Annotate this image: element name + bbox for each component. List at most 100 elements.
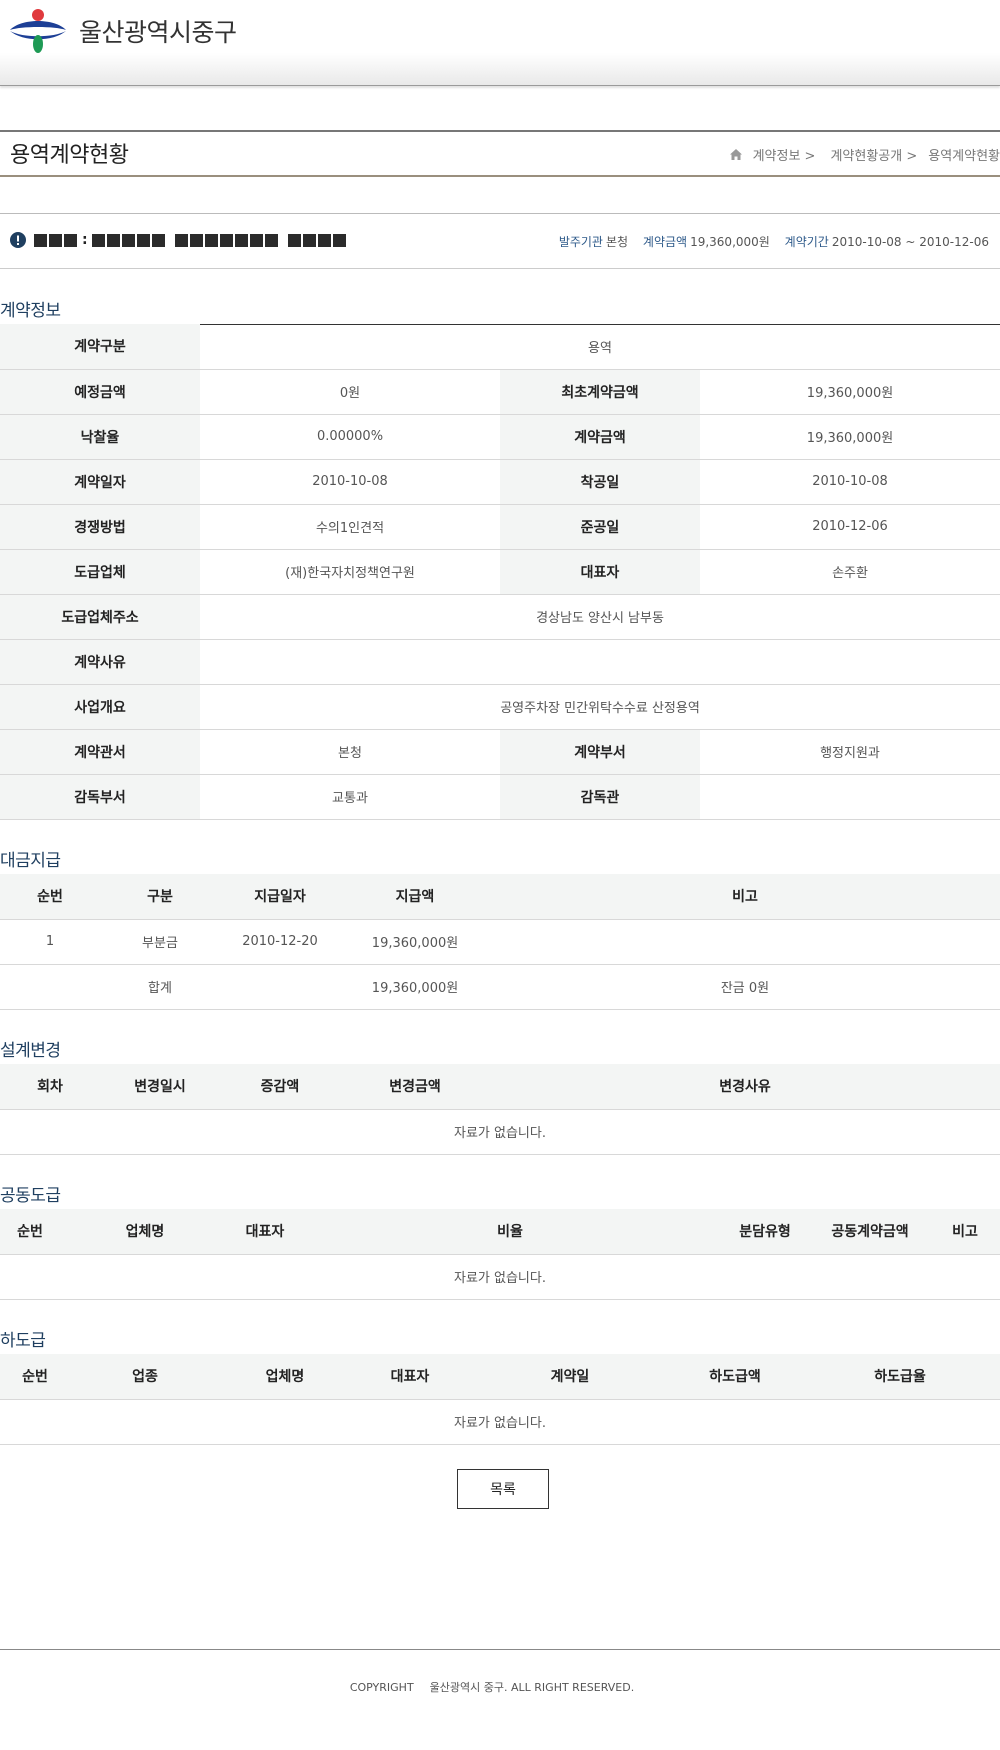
table-row: 자료가 없습니다. — [0, 1254, 1000, 1300]
table-row: 도급업체 (재)한국자치정책연구원 대표자 손주환 — [0, 549, 1000, 595]
col-ratio: 비율 — [300, 1209, 720, 1255]
empty-message: 자료가 없습니다. — [0, 1254, 1000, 1300]
col-company: 업체명 — [60, 1209, 230, 1255]
label-project-overview: 사업개요 — [0, 684, 200, 730]
col-representative: 대표자 — [230, 1209, 300, 1255]
copyright-label: COPYRIGHT — [349, 1681, 414, 1694]
value-supervising-dept: 교통과 — [200, 774, 500, 820]
summary-period-value: 2010-10-08 ~ 2010-12-06 — [831, 235, 989, 249]
value-vendor: (재)한국자치정책연구원 — [200, 549, 500, 595]
label-estimated-amount: 예정금액 — [0, 369, 200, 415]
subcontract-title: 하도급 — [0, 1326, 1000, 1355]
label-contract-type: 계약구분 — [0, 324, 200, 370]
value-project-overview: 공영주차장 민간위탁수수료 산정용역 — [200, 684, 1000, 730]
copyright-text: 울산광역시 중구. ALL RIGHT RESERVED. — [429, 1681, 635, 1694]
label-contract-office: 계약관서 — [0, 729, 200, 775]
cell-seq: 1 — [0, 919, 100, 965]
balance: 잔금 0원 — [490, 964, 1000, 1010]
col-note: 비고 — [930, 1209, 1000, 1255]
col-delta: 증감액 — [220, 1064, 340, 1110]
contract-info-table: 계약구분 용역 예정금액 0원 최초계약금액 19,360,000원 낙찰율 0… — [0, 324, 1000, 820]
col-round: 회차 — [0, 1064, 100, 1110]
col-share-type: 분담유형 — [720, 1209, 810, 1255]
site-logo[interactable]: 울산광역시중구 — [9, 8, 237, 54]
label-contract-reason: 계약사유 — [0, 639, 200, 685]
col-company: 업체명 — [220, 1354, 350, 1400]
value-contract-reason — [200, 639, 1000, 685]
col-sub-rate: 하도급율 — [800, 1354, 1000, 1400]
table-header-row: 순번 업종 업체명 대표자 계약일 하도급액 하도급율 — [0, 1354, 1000, 1400]
cell-pay-amount: 19,360,000원 — [340, 919, 490, 965]
value-contract-date: 2010-10-08 — [200, 459, 500, 505]
col-changed-amount: 변경금액 — [340, 1064, 490, 1110]
summary-org-label: 발주기관 — [558, 235, 603, 249]
value-supervisor — [700, 774, 1000, 820]
empty-message: 자료가 없습니다. — [0, 1109, 1000, 1155]
breadcrumb-service-contract[interactable]: 용역계약현황 — [928, 145, 1000, 164]
value-representative: 손주환 — [700, 549, 1000, 595]
joint-contract-title: 공동도급 — [0, 1181, 1000, 1210]
payment-table: 순번 구분 지급일자 지급액 비고 1 부분금 2010-12-20 19,36… — [0, 874, 1000, 1010]
col-industry: 업종 — [70, 1354, 220, 1400]
summary-meta: 발주기관 본청 계약금액 19,360,000원 계약기간 2010-10-08 ~ … — [559, 233, 989, 250]
label-bid-rate: 낙찰율 — [0, 414, 200, 460]
joint-contract-table: 순번 업체명 대표자 비율 분담유형 공동계약금액 비고 자료가 없습니다. — [0, 1209, 1000, 1300]
total-label: 합계 — [100, 964, 220, 1010]
col-change-reason: 변경사유 — [490, 1064, 1000, 1110]
contract-info-title: 계약정보 — [0, 296, 1000, 325]
value-start-date: 2010-10-08 — [700, 459, 1000, 505]
col-pay-date: 지급일자 — [220, 874, 340, 920]
col-representative: 대표자 — [350, 1354, 470, 1400]
value-estimated-amount: 0원 — [200, 369, 500, 415]
label-contract-date: 계약일자 — [0, 459, 200, 505]
table-header-row: 회차 변경일시 증감액 변경금액 변경사유 — [0, 1064, 1000, 1110]
col-note: 비고 — [490, 874, 1000, 920]
table-row: 자료가 없습니다. — [0, 1109, 1000, 1155]
table-row: 1 부분금 2010-12-20 19,360,000원 — [0, 919, 1000, 965]
site-header: 울산광역시중구 — [0, 0, 1000, 86]
summary-period-label: 계약기간 — [784, 235, 829, 249]
table-row: 감독부서 교통과 감독관 — [0, 774, 1000, 820]
table-row: 경쟁방법 수의1인견적 준공일 2010-12-06 — [0, 504, 1000, 550]
value-contract-office: 본청 — [200, 729, 500, 775]
table-row: 계약관서 본청 계약부서 행정지원과 — [0, 729, 1000, 775]
value-contract-dept: 행정지원과 — [700, 729, 1000, 775]
col-sub-amount: 하도급액 — [670, 1354, 800, 1400]
design-change-title: 설계변경 — [0, 1036, 1000, 1065]
breadcrumb: 계약정보 > 계약현황공개 > 용역계약현황 — [729, 145, 1000, 164]
page-title-bar: 용역계약현황 계약정보 > 계약현황공개 > 용역계약현황 — [0, 130, 1000, 177]
breadcrumb-contract-info[interactable]: 계약정보 > — [753, 145, 816, 164]
payment-title: 대금지급 — [0, 846, 1000, 875]
col-joint-amount: 공동계약금액 — [810, 1209, 930, 1255]
table-header-row: 순번 구분 지급일자 지급액 비고 — [0, 874, 1000, 920]
home-icon[interactable] — [729, 148, 743, 161]
alert-icon — [10, 232, 26, 248]
table-row: 사업개요 공영주차장 민간위탁수수료 산정용역 — [0, 684, 1000, 730]
value-bid-method: 수의1인견적 — [200, 504, 500, 550]
contract-summary: : 발주기관 본청 계약금액 19,360,000원 계약기간 2010-10-08 … — [0, 213, 1000, 269]
breadcrumb-contract-status[interactable]: 계약현황공개 > — [830, 145, 917, 164]
empty-message: 자료가 없습니다. — [0, 1399, 1000, 1445]
list-button[interactable]: 목록 — [457, 1469, 549, 1509]
label-vendor-address: 도급업체주소 — [0, 594, 200, 640]
value-contract-amount: 19,360,000원 — [700, 414, 1000, 460]
label-end-date: 준공일 — [500, 504, 700, 550]
table-row: 계약구분 용역 — [0, 324, 1000, 370]
summary-amount-value: 19,360,000원 — [690, 235, 770, 249]
col-seq: 순번 — [0, 1354, 70, 1400]
col-type: 구분 — [100, 874, 220, 920]
col-seq: 순번 — [0, 1209, 60, 1255]
cell-pay-date: 2010-12-20 — [220, 919, 340, 965]
value-end-date: 2010-12-06 — [700, 504, 1000, 550]
label-contract-dept: 계약부서 — [500, 729, 700, 775]
label-supervising-dept: 감독부서 — [0, 774, 200, 820]
subcontract-table: 순번 업종 업체명 대표자 계약일 하도급액 하도급율 자료가 없습니다. — [0, 1354, 1000, 1445]
col-contract-date: 계약일 — [470, 1354, 670, 1400]
col-change-date: 변경일시 — [100, 1064, 220, 1110]
value-bid-rate: 0.00000% — [200, 414, 500, 460]
summary-org-value: 본청 — [605, 235, 629, 249]
copyright: COPYRIGHT 울산광역시 중구. ALL RIGHT RESERVED. — [0, 1679, 1000, 1695]
site-name: 울산광역시중구 — [79, 18, 237, 47]
label-contract-amount: 계약금액 — [500, 414, 700, 460]
col-seq: 순번 — [0, 874, 100, 920]
